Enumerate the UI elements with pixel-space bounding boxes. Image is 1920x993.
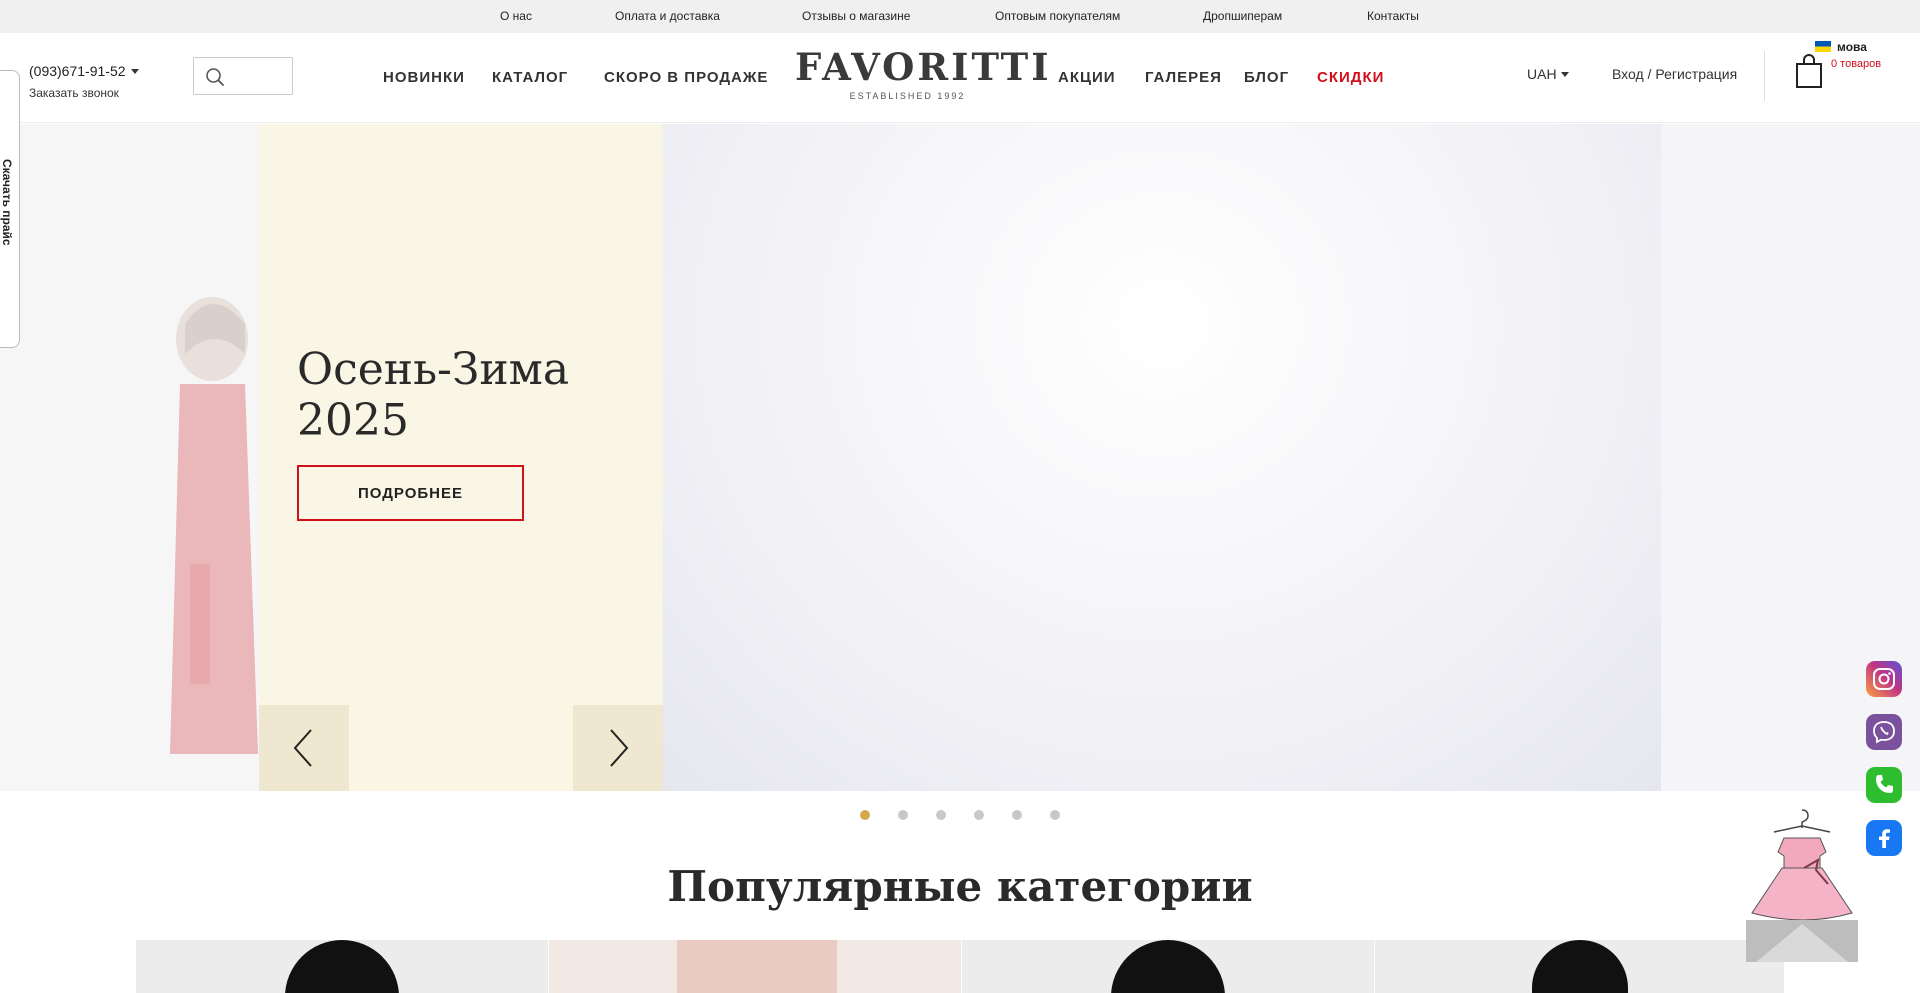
hero-title-line1: Осень-Зима — [297, 344, 570, 395]
instagram-icon — [1873, 668, 1895, 690]
chevron-up-icon — [1756, 924, 1848, 962]
popular-categories-title: Популярные категории — [667, 862, 1253, 911]
phone-button[interactable] — [1866, 767, 1902, 803]
slider-next-button[interactable] — [573, 705, 663, 791]
viber-button[interactable] — [1866, 714, 1902, 750]
instagram-button[interactable] — [1866, 661, 1902, 697]
previous-slide-preview — [0, 124, 259, 791]
shopping-bag-icon[interactable] — [1795, 53, 1823, 89]
chevron-down-icon — [1560, 72, 1569, 77]
slider-dot-4[interactable] — [974, 810, 984, 820]
phone-number: (093)671-91-52 — [29, 63, 126, 79]
slider-dot-2[interactable] — [898, 810, 908, 820]
nav-coming-soon[interactable]: СКОРО В ПРОДАЖЕ — [604, 69, 768, 86]
logo-tagline: ESTABLISHED 1992 — [849, 91, 966, 101]
ukraine-flag-icon — [1815, 41, 1831, 52]
hero-slider: Осень-Зима 2025 ПОДРОБНЕЕ — [0, 124, 1920, 791]
currency-value: UAH — [1527, 66, 1557, 82]
language-label: мова — [1837, 40, 1867, 54]
category-image — [1531, 940, 1628, 993]
topbar-link-wholesale[interactable]: Оптовым покупателям — [995, 9, 1120, 23]
slider-dot-5[interactable] — [1012, 810, 1022, 820]
chevron-down-icon — [130, 69, 139, 74]
hero-title: Осень-Зима 2025 — [297, 344, 569, 446]
currency-dropdown[interactable]: UAH — [1527, 66, 1569, 82]
topbar-link-payment-delivery[interactable]: Оплата и доставка — [615, 9, 720, 23]
hero-text-panel — [259, 124, 663, 791]
category-image — [677, 940, 837, 993]
topbar-link-reviews[interactable]: Отзывы о магазине — [802, 9, 910, 23]
chevron-right-icon — [610, 729, 629, 767]
slider-pagination — [0, 810, 1920, 822]
download-price-tab[interactable]: Скачать прайс — [0, 70, 20, 348]
search-icon — [206, 68, 225, 87]
topbar-link-about[interactable]: О нас — [500, 9, 532, 23]
scroll-to-top-button[interactable] — [1746, 920, 1858, 962]
slider-dot-6[interactable] — [1050, 810, 1060, 820]
topbar-link-dropshipping[interactable]: Дропшиперам — [1203, 9, 1282, 23]
login-register-link[interactable]: Вход / Регистрация — [1612, 66, 1737, 82]
nav-new-arrivals[interactable]: НОВИНКИ — [383, 69, 465, 86]
nav-gallery[interactable]: ГАЛЕРЕЯ — [1145, 69, 1222, 86]
site-logo[interactable]: FAVORITTI ESTABLISHED 1992 — [795, 45, 1052, 105]
nav-blog[interactable]: БЛОГ — [1244, 69, 1289, 86]
slider-prev-button[interactable] — [259, 705, 349, 791]
facebook-icon — [1879, 829, 1890, 848]
slider-dot-3[interactable] — [936, 810, 946, 820]
nav-promotions[interactable]: АКЦИИ — [1058, 69, 1116, 86]
category-image — [285, 940, 399, 993]
topbar-link-contacts[interactable]: Контакты — [1367, 9, 1419, 23]
search-box[interactable] — [193, 57, 293, 95]
viber-icon — [1873, 721, 1895, 744]
hero-main-image — [663, 124, 1920, 791]
phone-dropdown[interactable]: (093)671-91-52 — [29, 63, 139, 79]
cart-count[interactable]: 0 товаров — [1831, 58, 1881, 70]
category-card[interactable] — [962, 940, 1374, 993]
hero-title-line2: 2025 — [297, 395, 409, 446]
download-price-label: Скачать прайс — [0, 159, 14, 246]
slider-dot-1[interactable] — [860, 810, 870, 820]
logo-name: FAVORITTI — [795, 45, 1052, 89]
chevron-left-icon — [293, 729, 312, 767]
site-header: (093)671-91-52 Заказать звонок НОВИНКИ К… — [0, 33, 1920, 123]
divider — [1764, 51, 1765, 101]
category-image — [1111, 940, 1225, 993]
nav-discounts[interactable]: СКИДКИ — [1317, 69, 1384, 86]
more-details-button[interactable]: ПОДРОБНЕЕ — [297, 465, 524, 521]
facebook-button[interactable] — [1866, 820, 1902, 856]
category-card[interactable] — [1375, 940, 1784, 993]
callback-link[interactable]: Заказать звонок — [29, 86, 119, 100]
top-bar: О нас Оплата и доставка Отзывы о магазин… — [0, 0, 1920, 33]
phone-icon — [1876, 775, 1893, 793]
nav-catalog[interactable]: КАТАЛОГ — [492, 69, 568, 86]
language-switcher[interactable]: мова — [1815, 40, 1867, 54]
red-coat-model-image — [170, 297, 258, 754]
category-card[interactable] — [549, 940, 961, 993]
category-card[interactable] — [136, 940, 548, 993]
